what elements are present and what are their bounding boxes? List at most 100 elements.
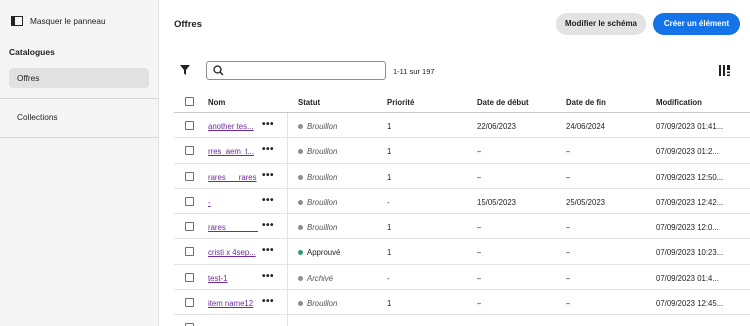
- table-row[interactable]: rares________... ••• Brouillon 1 – – 07/09/202…: [174, 214, 750, 240]
- status-dot: [298, 225, 303, 231]
- row-checkbox[interactable]: [185, 222, 194, 232]
- search-input[interactable]: [229, 63, 379, 78]
- column-divider: [287, 264, 288, 290]
- end-date-value: –: [566, 248, 571, 258]
- row-checkbox[interactable]: [185, 272, 194, 282]
- start-date-value: –: [477, 223, 482, 233]
- edit-schema-button[interactable]: Modifier le schéma: [556, 13, 646, 35]
- table-row[interactable]: item name12 ••• Brouillon 1 – – 07/09/2023 12:…: [174, 290, 750, 316]
- offer-name-link[interactable]: -: [208, 198, 258, 207]
- result-count: 1-11 sur 197: [393, 67, 435, 76]
- table-row[interactable]: another tes... ••• Brouillon 1 22/06/2023 24/…: [174, 113, 750, 139]
- priority-value: -: [387, 197, 390, 207]
- end-date-value: –: [566, 299, 571, 309]
- sidebar-divider: [0, 137, 159, 138]
- row-checkbox[interactable]: [185, 171, 194, 181]
- column-header-priority[interactable]: Priorité: [387, 98, 414, 107]
- status-badge: Brouillon: [298, 173, 337, 182]
- status-dot: [298, 174, 303, 180]
- column-header-end-date[interactable]: Date de fin: [566, 98, 606, 107]
- table-row[interactable]: rares___rares ••• Brouillon 1 – – 07/09/2023 1…: [174, 163, 750, 189]
- modified-value: 07/09/2023 01:41...: [656, 122, 724, 131]
- start-date-value: –: [477, 172, 482, 182]
- hide-panel-button[interactable]: Masquer le panneau: [11, 16, 106, 26]
- offer-name-link[interactable]: test-1: [208, 274, 258, 283]
- more-actions-icon[interactable]: •••: [262, 220, 274, 231]
- start-date-value: 22/06/2023: [477, 122, 517, 131]
- more-actions-icon[interactable]: •••: [262, 296, 274, 307]
- modified-value: 07/09/2023 10:23...: [656, 248, 724, 258]
- status-label: Brouillon: [307, 197, 338, 207]
- row-checkbox[interactable]: [185, 298, 194, 308]
- end-date-value: 24/06/2024: [566, 122, 606, 131]
- start-date-value: 15/05/2023: [477, 197, 517, 207]
- more-actions-icon[interactable]: •••: [262, 144, 274, 155]
- end-date-value: –: [566, 223, 571, 233]
- sidebar-item-collections[interactable]: Collections: [17, 112, 58, 122]
- status-dot: [298, 275, 303, 281]
- more-actions-icon[interactable]: •••: [262, 119, 274, 130]
- priority-value: 1: [387, 248, 392, 258]
- status-label: Approuvé: [307, 248, 341, 258]
- status-label: Brouillon: [307, 223, 338, 233]
- column-header-status[interactable]: Statut: [298, 98, 320, 107]
- column-header-name[interactable]: Nom: [208, 98, 225, 107]
- column-divider: [287, 113, 288, 138]
- table-row[interactable]: test-1 ••• Archivé - – – 07/09/2023 01:4...: [174, 264, 750, 291]
- row-checkbox[interactable]: [185, 247, 194, 257]
- row-checkbox[interactable]: [185, 121, 194, 130]
- column-header-modified[interactable]: Modification: [656, 98, 702, 107]
- select-all-checkbox[interactable]: [185, 97, 194, 106]
- search-field[interactable]: [206, 61, 386, 80]
- status-label: Brouillon: [307, 122, 338, 131]
- start-date-value: –: [477, 248, 482, 258]
- priority-value: 1: [387, 147, 392, 157]
- offer-name-link[interactable]: rares________...: [208, 223, 258, 232]
- search-icon: [213, 65, 224, 76]
- offer-name-link[interactable]: rares___rares: [208, 173, 258, 182]
- sidebar-item-offres[interactable]: Offres: [9, 68, 149, 88]
- priority-value: 1: [387, 172, 392, 182]
- modified-value: 07/09/2023 12:0...: [656, 223, 719, 233]
- row-checkbox[interactable]: [185, 146, 194, 156]
- status-badge: Brouillon: [298, 147, 337, 156]
- column-settings-icon[interactable]: [719, 65, 730, 76]
- status-badge: Archivé: [298, 274, 333, 283]
- column-header-start-date[interactable]: Date de début: [477, 98, 529, 107]
- hide-panel-label: Masquer le panneau: [30, 16, 106, 26]
- sidebar: Masquer le panneau Catalogues Offres Col…: [0, 0, 159, 326]
- catalog-title: Catalogues: [9, 47, 55, 57]
- offer-name-link[interactable]: item name12: [208, 299, 258, 308]
- offer-name-link[interactable]: another tes...: [208, 122, 258, 131]
- start-date-value: –: [477, 273, 482, 283]
- create-item-button[interactable]: Créer un élément: [653, 13, 740, 35]
- table-row[interactable]: rres_aem_t... ••• Brouillon 1 – – 07/09/2023 0…: [174, 138, 750, 164]
- status-dot: [298, 124, 303, 129]
- filter-icon[interactable]: [180, 65, 190, 75]
- modified-value: 07/09/2023 12:45...: [656, 299, 724, 309]
- column-divider: [287, 163, 288, 188]
- start-date-value: –: [477, 299, 482, 309]
- table-row-partial: [174, 315, 750, 326]
- status-badge: Brouillon: [298, 198, 337, 207]
- table-row[interactable]: - ••• Brouillon -15/05/2023 25/05/2023 07/09/…: [174, 188, 750, 215]
- table-row[interactable]: cristi x 4sep... ••• Approuvé 1 – – 07/09/2023…: [174, 239, 750, 265]
- more-actions-icon[interactable]: •••: [262, 195, 274, 206]
- end-date-value: –: [566, 273, 571, 283]
- row-checkbox[interactable]: [185, 196, 194, 206]
- table-header: Nom Statut Priorité Date de début Date d…: [174, 92, 750, 113]
- modified-value: 07/09/2023 12:42...: [656, 197, 724, 207]
- status-badge: Brouillon: [298, 122, 337, 131]
- status-dot: [298, 250, 303, 256]
- modified-value: 07/09/2023 01:2...: [656, 147, 719, 157]
- more-actions-icon[interactable]: •••: [262, 170, 274, 181]
- page-title: Offres: [174, 19, 202, 30]
- column-divider: [287, 138, 288, 163]
- offer-name-link[interactable]: cristi x 4sep...: [208, 248, 258, 257]
- status-dot: [298, 149, 303, 155]
- status-dot: [298, 199, 303, 205]
- column-divider: [287, 290, 288, 315]
- offer-name-link[interactable]: rres_aem_t...: [208, 147, 258, 156]
- more-actions-icon[interactable]: •••: [262, 245, 274, 256]
- more-actions-icon[interactable]: •••: [262, 271, 274, 282]
